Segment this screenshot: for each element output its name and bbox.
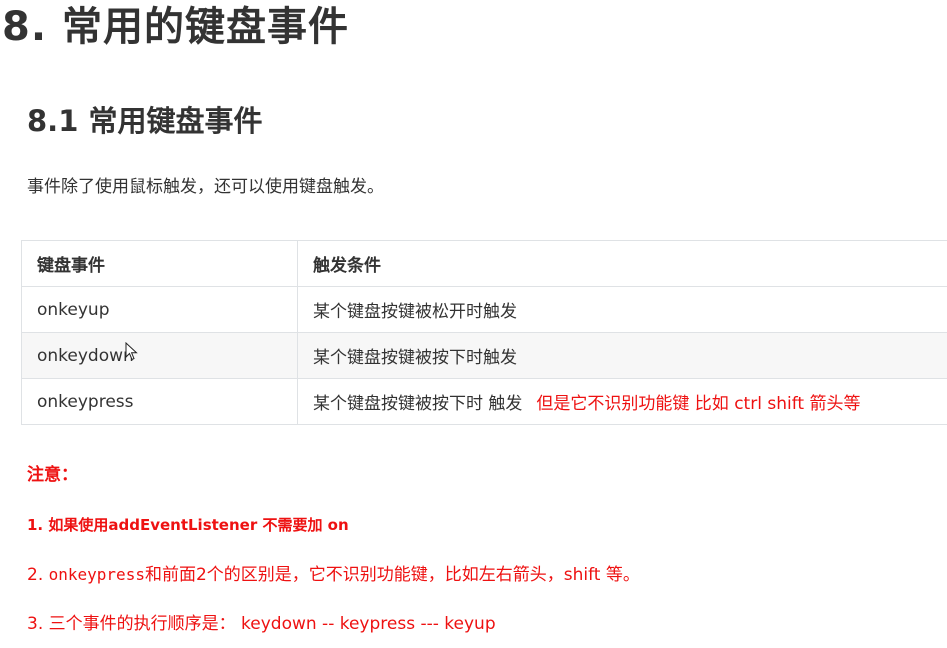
note-item-2-prefix: 2. (27, 565, 49, 585)
condition-cell: 某个键盘按键被按下时触发 (297, 332, 947, 379)
column-header-event: 键盘事件 (21, 240, 298, 287)
condition-text: 某个键盘按键被松开时触发 (313, 302, 517, 322)
note-item-1: 1. 如果使用addEventListener 不需要加 on (27, 516, 349, 534)
table-header-row: 键盘事件 触发条件 (21, 240, 947, 287)
column-header-condition: 触发条件 (297, 240, 947, 287)
note-item-2-code: onkeypress (48, 565, 145, 584)
condition-text: 某个键盘按键被按下时触发 (313, 348, 517, 368)
note-item-2-text: 和前面2个的区别是，它不识别功能键，比如左右箭头，shift 等。 (144, 565, 640, 585)
event-name-cell: onkeyup (21, 286, 298, 333)
condition-cell: 某个键盘按键被松开时触发 (297, 286, 947, 333)
note-item-2: 2. onkeypress和前面2个的区别是，它不识别功能键，比如左右箭头，sh… (27, 562, 640, 588)
mouse-pointer-icon (125, 342, 138, 361)
notes-title: 注意： (27, 465, 78, 485)
section-title: 8.1 常用键盘事件 (27, 104, 263, 138)
table-row: onkeydown 某个键盘按键被按下时触发 (21, 332, 947, 379)
condition-text: 某个键盘按键被按下时 触发 (313, 394, 523, 414)
intro-text: 事件除了使用鼠标触发，还可以使用键盘触发。 (27, 177, 384, 197)
condition-cell: 某个键盘按键被按下时 触发 但是它不识别功能键 比如 ctrl shift 箭头等 (297, 378, 947, 425)
table-row: onkeypress 某个键盘按键被按下时 触发 但是它不识别功能键 比如 ctr… (21, 378, 947, 425)
page-title: 8. 常用的键盘事件 (2, 4, 349, 50)
condition-note: 但是它不识别功能键 比如 ctrl shift 箭头等 (536, 394, 861, 414)
keyboard-events-table: 键盘事件 触发条件 onkeyup 某个键盘按键被松开时触发 onkeydown… (21, 240, 947, 425)
event-name-cell: onkeydown (21, 332, 298, 379)
note-item-3: 3. 三个事件的执行顺序是： keydown -- keypress --- k… (27, 614, 496, 634)
table-row: onkeyup 某个键盘按键被松开时触发 (21, 286, 947, 333)
event-name-cell: onkeypress (21, 378, 298, 425)
